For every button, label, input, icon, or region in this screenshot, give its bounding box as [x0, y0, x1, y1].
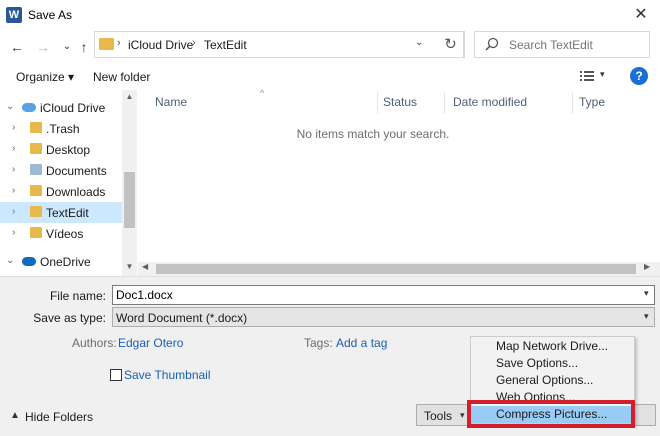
menu-item-general-options[interactable]: General Options...	[471, 372, 634, 389]
file-name-input[interactable]	[112, 285, 655, 305]
scroll-right-arrow-icon[interactable]: ▶	[644, 262, 650, 271]
sidebar-item-label: TextEdit	[46, 206, 89, 220]
folder-icon	[99, 38, 114, 50]
column-header-name[interactable]: Name	[155, 95, 187, 115]
column-header-date-modified[interactable]: Date modified	[453, 95, 527, 115]
save-thumbnail-label[interactable]: Save Thumbnail	[124, 368, 211, 382]
scroll-up-arrow-icon[interactable]: ▲	[122, 92, 137, 101]
sidebar-item-label: Vídeos	[46, 227, 84, 241]
hide-folders-button[interactable]: Hide Folders	[25, 410, 93, 424]
scroll-left-arrow-icon[interactable]: ◀	[142, 262, 148, 271]
title-bar	[0, 0, 660, 30]
sidebar-item-downloads[interactable]: › Downloads	[0, 181, 122, 202]
authors-field[interactable]: Edgar Otero	[118, 336, 183, 350]
search-icon	[485, 37, 499, 51]
command-bar: Organize ▾ New folder ▾ ?	[0, 62, 660, 90]
chevron-right-icon[interactable]: ›	[12, 143, 15, 154]
sidebar-item-label: .Trash	[46, 122, 80, 136]
menu-item-save-options[interactable]: Save Options...	[471, 355, 634, 372]
sidebar-item-onedrive[interactable]: ⌄ OneDrive	[0, 251, 122, 272]
address-segment-icloud-drive[interactable]: iCloud Drive	[128, 38, 193, 52]
sidebar-item-label: Documents	[46, 164, 107, 178]
column-divider[interactable]	[444, 92, 445, 114]
forward-button[interactable]: →	[34, 37, 52, 57]
file-list: Name ^ Status Date modified Type No item…	[138, 88, 660, 276]
tags-field[interactable]: Add a tag	[336, 336, 387, 350]
chevron-right-icon[interactable]: ›	[12, 164, 15, 175]
empty-message: No items match your search.	[296, 127, 450, 141]
folder-icon	[30, 227, 42, 238]
chevron-down-icon[interactable]: ▾	[600, 69, 605, 80]
tools-button[interactable]: Tools ▾	[416, 404, 470, 426]
cloud-icon	[22, 103, 36, 112]
sidebar-scrollbar-thumb[interactable]	[124, 172, 135, 228]
chevron-up-icon[interactable]: ▲	[10, 410, 20, 421]
chevron-down-icon[interactable]: ▾	[644, 311, 649, 322]
sidebar-item-videos[interactable]: › Vídeos	[0, 223, 122, 244]
authors-label: Authors:	[72, 336, 117, 350]
chevron-down-icon: ▾	[460, 410, 465, 420]
close-button[interactable]: ✕	[626, 2, 656, 28]
window-title: Save As	[28, 8, 73, 22]
tools-label: Tools	[424, 409, 453, 423]
column-header-type[interactable]: Type	[579, 95, 605, 115]
folder-icon	[30, 206, 42, 217]
sidebar-item-desktop[interactable]: › Desktop	[0, 139, 122, 160]
chevron-right-icon[interactable]: ›	[117, 37, 121, 49]
file-name-label: File name:	[49, 289, 106, 303]
back-button[interactable]: ←	[8, 37, 26, 57]
sidebar-item-label: OneDrive	[40, 255, 91, 269]
chevron-right-icon[interactable]: ›	[12, 206, 15, 217]
sidebar-item-label: Desktop	[46, 143, 91, 157]
horizontal-scrollbar-thumb[interactable]	[156, 264, 636, 274]
address-segment-textedit[interactable]: TextEdit	[204, 38, 247, 52]
sidebar-item-label: Downloads	[46, 185, 106, 199]
scroll-down-arrow-icon[interactable]: ▼	[122, 262, 137, 271]
sidebar-item-label: iCloud Drive	[40, 101, 106, 115]
sort-arrow-icon: ^	[260, 88, 265, 98]
view-options-icon[interactable]	[580, 70, 594, 82]
sidebar-item-trash[interactable]: › .Trash	[0, 118, 122, 139]
column-header-status[interactable]: Status	[383, 95, 417, 115]
chevron-right-icon[interactable]: ›	[12, 122, 15, 133]
save-as-type-label: Save as type:	[33, 311, 106, 325]
organize-button[interactable]: Organize ▾	[16, 70, 74, 84]
search-box[interactable]	[474, 31, 650, 58]
recent-locations-button[interactable]: ⌄	[58, 37, 76, 57]
navigation-pane: ⌄ iCloud Drive › .Trash › Desktop › Docu…	[0, 90, 137, 276]
sidebar-item-icloud-drive[interactable]: ⌄ iCloud Drive	[0, 97, 122, 118]
save-as-type-value: Word Document (*.docx)	[116, 311, 248, 325]
sidebar-item-documents[interactable]: › Documents	[0, 160, 122, 181]
highlight-annotation	[467, 400, 635, 428]
help-icon[interactable]: ?	[630, 67, 648, 85]
save-as-type-select[interactable]: Word Document (*.docx) ▾	[112, 307, 655, 327]
chevron-right-icon[interactable]: ›	[192, 37, 196, 49]
save-thumbnail-checkbox[interactable]	[110, 369, 122, 381]
folder-icon	[30, 185, 42, 196]
folder-icon	[30, 143, 42, 154]
chevron-right-icon[interactable]: ›	[12, 227, 15, 238]
sidebar-item-textedit[interactable]: › TextEdit	[0, 202, 122, 223]
documents-icon	[30, 164, 42, 175]
folder-icon	[30, 122, 42, 133]
chevron-down-icon[interactable]: ⌄	[6, 101, 14, 112]
tags-label: Tags:	[304, 336, 333, 350]
word-app-icon: W	[6, 7, 22, 23]
address-bar[interactable]: › iCloud Drive › TextEdit ⌄	[94, 31, 464, 58]
new-folder-button[interactable]: New folder	[93, 70, 150, 84]
search-input[interactable]	[509, 38, 644, 52]
up-button[interactable]: ↑	[75, 37, 93, 57]
menu-item-map-network-drive[interactable]: Map Network Drive...	[471, 338, 634, 355]
chevron-right-icon[interactable]: ›	[12, 185, 15, 196]
column-divider[interactable]	[572, 92, 573, 114]
refresh-button[interactable]: ↻	[437, 31, 465, 58]
chevron-down-icon[interactable]: ⌄	[415, 37, 423, 48]
chevron-down-icon[interactable]: ▾	[644, 288, 649, 299]
column-divider[interactable]	[377, 92, 378, 114]
chevron-down-icon[interactable]: ⌄	[6, 255, 14, 266]
onedrive-icon	[22, 257, 36, 266]
